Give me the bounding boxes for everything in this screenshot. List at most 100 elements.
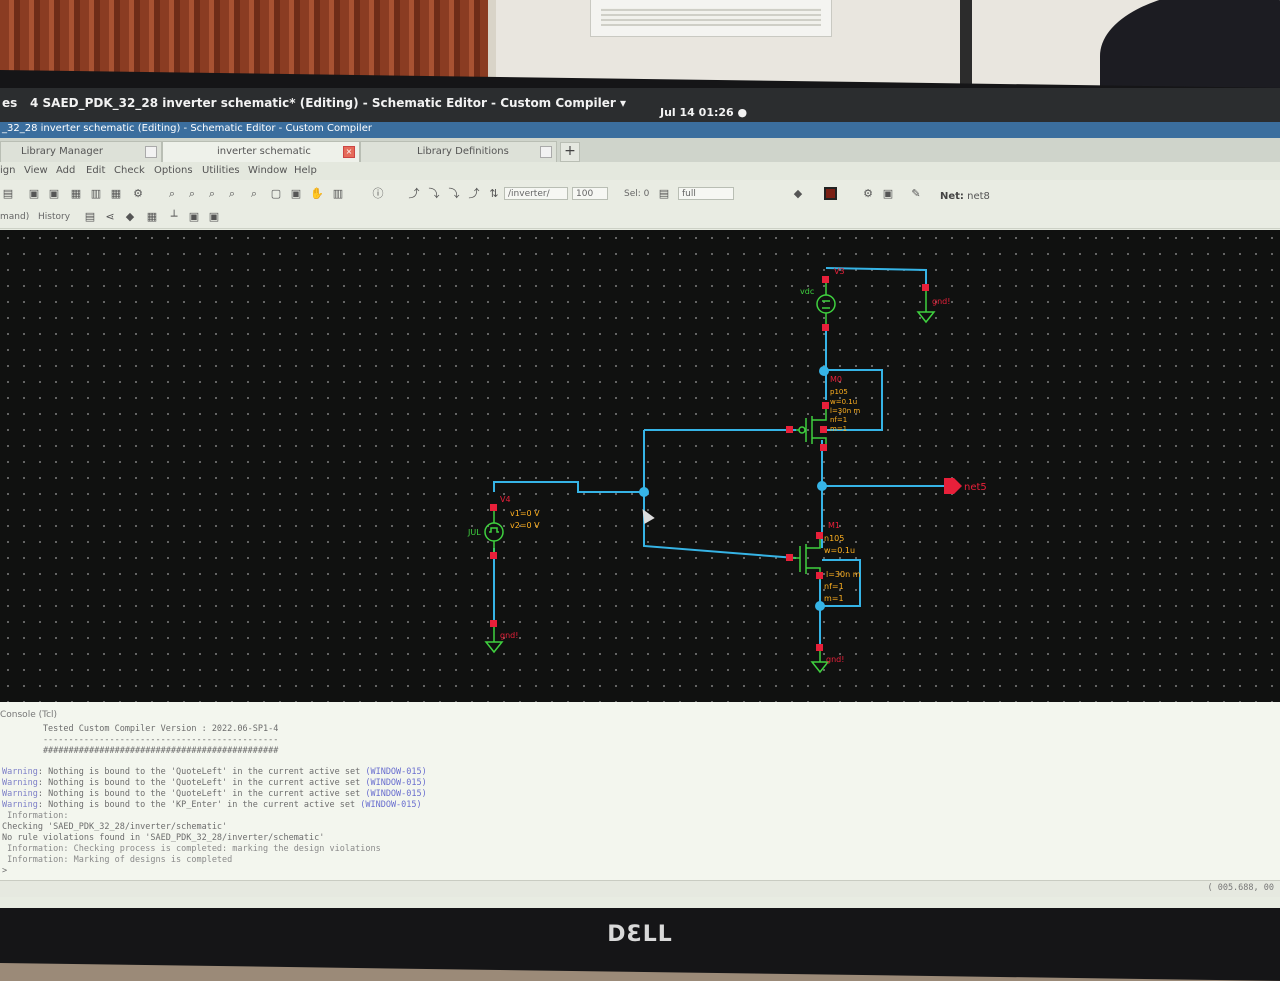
tab-library-manager[interactable]: Library Manager (0, 141, 162, 163)
command-label: mand) (0, 212, 30, 222)
pan-hand-icon[interactable]: ✋ (310, 188, 324, 200)
junction-dot (639, 487, 649, 497)
schematic-canvas[interactable]: V3 vdc gnd! M0 p105 w=0.1u l=30n m nf=1 … (0, 230, 1280, 702)
descend-icon[interactable]: ⤵ (448, 188, 460, 200)
menu-bar: ign View Add Edit Check Options Utilitie… (0, 162, 1280, 180)
zoom-in-icon[interactable]: ⌕ (166, 188, 178, 200)
print-icon[interactable]: ▦ (70, 188, 82, 200)
probe-icon[interactable]: ✎ (910, 188, 922, 200)
save-small-icon[interactable]: ▣ (188, 211, 200, 223)
fit-view-icon[interactable]: ▢ (270, 188, 282, 200)
junction-dot (819, 366, 829, 376)
nmos-param: w=0.1u (824, 546, 855, 555)
console-panel[interactable]: Console (Tcl) Tested Custom Compiler Ver… (0, 702, 1280, 880)
wire-gate-trunk (643, 430, 797, 559)
open-icon[interactable]: ▤ (2, 188, 14, 200)
console-line: ########################################… (2, 746, 279, 756)
tab-library-definitions[interactable]: Library Definitions (360, 141, 557, 163)
grid-icon[interactable]: ▣ (882, 188, 894, 200)
close-icon[interactable] (540, 146, 552, 158)
net-indicator: Net: net8 (940, 191, 990, 202)
window-title[interactable]: 4 SAED_PDK_32_28 inverter schematic* (Ed… (30, 96, 626, 110)
nmos-instance-name: M1 (828, 521, 840, 530)
hierarchy-path-field[interactable]: /inverter/ (504, 187, 568, 200)
hierarchy-up-icon[interactable]: ⤴ (408, 188, 420, 200)
history-button[interactable]: History (38, 212, 70, 222)
fit-all-icon[interactable]: ▣ (290, 188, 302, 200)
menu-check[interactable]: Check (114, 165, 145, 176)
menu-add[interactable]: Add (56, 165, 75, 176)
pmos-param: l=30n m (830, 407, 860, 415)
copy-icon[interactable]: ▥ (90, 188, 102, 200)
zoom-area-icon[interactable]: ⌕ (226, 188, 238, 200)
close-icon[interactable]: × (343, 146, 355, 158)
console-line: Warning: Nothing is bound to the 'QuoteL… (2, 778, 427, 788)
ground-symbols (484, 288, 936, 674)
paint-bucket-icon[interactable]: ◆ (792, 188, 804, 200)
schematic-labels: V3 vdc gnd! M0 p105 w=0.1u l=30n m nf=1 … (467, 267, 987, 664)
clock[interactable]: Jul 14 01:26 ● (660, 106, 747, 119)
screen: es 4 SAED_PDK_32_28 inverter schematic* … (0, 88, 1280, 908)
console-header: Console (Tcl) (0, 710, 58, 720)
color-swatch[interactable] (824, 187, 837, 200)
console-line: Information: (2, 811, 69, 821)
hierarchy-down-icon[interactable]: ⤵ (428, 188, 440, 200)
schematic-drawing: V3 vdc gnd! M0 p105 w=0.1u l=30n m nf=1 … (467, 267, 987, 674)
selection-filter-icon[interactable]: ▤ (658, 188, 670, 200)
zoom-fit-icon[interactable]: ⌕ (248, 188, 260, 200)
fit-small-icon[interactable]: ▣ (208, 211, 220, 223)
console-line: ----------------------------------------… (2, 735, 279, 745)
zoom-select-icon[interactable]: ⌕ (206, 188, 218, 200)
pulse-symbol-label: JUL (467, 528, 481, 537)
tab-label: Library Manager (21, 146, 103, 157)
menu-window[interactable]: Window (248, 165, 287, 176)
gnd-label: gnd! (826, 655, 844, 664)
save-icon[interactable]: ▣ (28, 188, 40, 200)
vdc-source-symbol[interactable] (816, 280, 836, 328)
net-value: net8 (967, 191, 990, 202)
snap-icon[interactable]: ⚙ (132, 188, 144, 200)
add-tab-button[interactable]: + (560, 142, 580, 162)
menu-view[interactable]: View (24, 165, 48, 176)
tab-inverter-schematic[interactable]: inverter schematic × (162, 141, 360, 163)
toggle-panel-icon[interactable]: ▥ (332, 188, 344, 200)
sort-icon[interactable]: ⇅ (488, 188, 500, 200)
table-icon[interactable]: ▦ (110, 188, 122, 200)
pulse-param: v1=0 V (510, 509, 540, 518)
pmos-param: p105 (830, 388, 848, 396)
eraser-icon[interactable]: ◆ (124, 211, 136, 223)
save-as-icon[interactable]: ▣ (48, 188, 60, 200)
nmos-transistor-symbol[interactable] (790, 536, 821, 580)
pin-markers (490, 276, 962, 651)
share-icon[interactable]: ⋖ (104, 211, 116, 223)
wire-icon[interactable]: ┴ (168, 211, 180, 223)
cursor-coordinates: ( 005.688, 00 (1207, 883, 1274, 893)
return-icon[interactable]: ⤴ (468, 188, 480, 200)
settings-icon[interactable]: ⚙ (862, 188, 874, 200)
net-label: Net: (940, 191, 964, 202)
menu-edit[interactable]: Edit (86, 165, 105, 176)
pmos-param: w=0.1u (830, 398, 857, 406)
window-titlebar-text: _32_28 inverter schematic (Editing) - Sc… (2, 123, 372, 134)
console-line: Warning: Nothing is bound to the 'QuoteL… (2, 789, 427, 799)
layers-icon[interactable]: ▤ (84, 211, 96, 223)
zoom-percent-field[interactable]: 100 (572, 187, 608, 200)
pulse-param: v2=0 V (510, 521, 540, 530)
top-bar: es 4 SAED_PDK_32_28 inverter schematic* … (0, 88, 1280, 122)
console-prompt[interactable]: > (2, 866, 7, 876)
activities-menu[interactable]: es (2, 96, 17, 110)
menu-design[interactable]: ign (0, 165, 15, 176)
menu-help[interactable]: Help (294, 165, 317, 176)
menu-utilities[interactable]: Utilities (202, 165, 240, 176)
hierarchy-icon[interactable]: ▦ (146, 211, 158, 223)
zoom-out-icon[interactable]: ⌕ (186, 188, 198, 200)
menu-options[interactable]: Options (154, 165, 193, 176)
view-depth-field[interactable]: full (678, 187, 734, 200)
console-line: Tested Custom Compiler Version : 2022.06… (2, 724, 279, 734)
console-line: Warning: Nothing is bound to the 'KP_Ent… (2, 800, 422, 810)
pulse-source-symbol[interactable] (484, 508, 504, 556)
nmos-param: m=1 (824, 594, 844, 603)
close-icon[interactable] (145, 146, 157, 158)
info-icon[interactable]: ⓘ (372, 188, 384, 200)
vdc-instance-name: V3 (834, 267, 845, 276)
